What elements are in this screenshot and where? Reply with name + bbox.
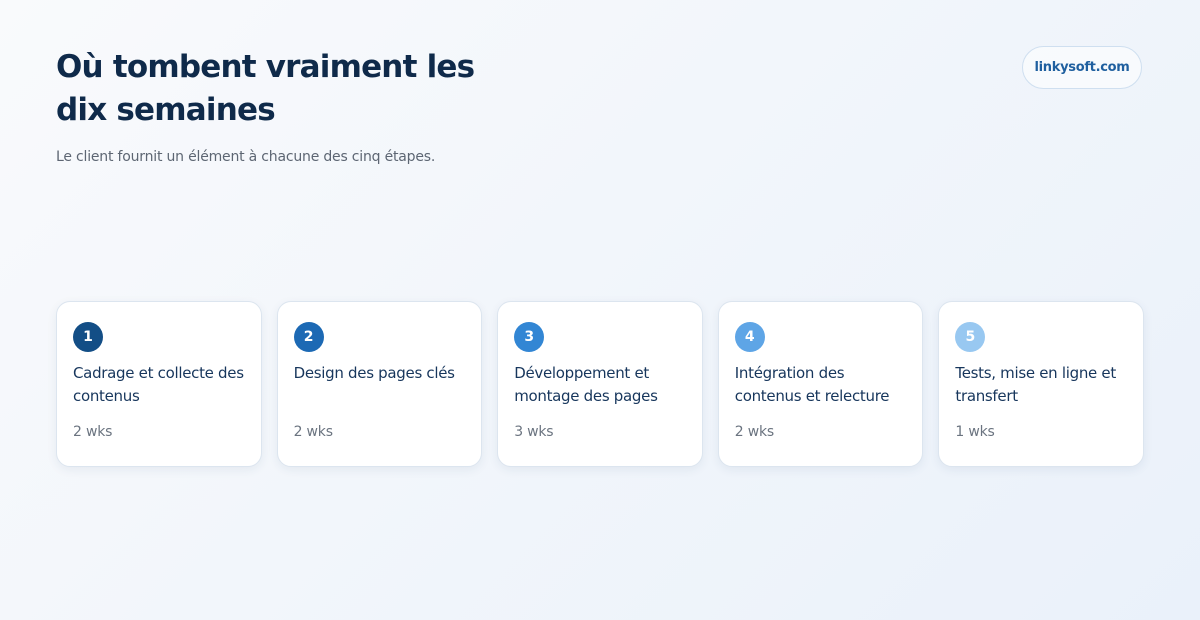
step-card-4: 4 Intégration des contenus et relecture … [717,301,924,467]
page-title: Où tombent vraiment les dix semaines [56,49,475,128]
step-duration: 1 wks [955,424,995,440]
brand-pill[interactable]: linkysoft.com [1022,46,1142,89]
step-number-badge: 1 [73,322,103,352]
step-title: Intégration des contenus et relecture [734,364,890,405]
step-duration: 2 wks [293,424,333,440]
step-title: Cadrage et collecte des contenus [73,364,244,405]
step-duration: 3 wks [514,424,554,440]
step-card-3: 3 Développement et montage des pages 3 w… [497,301,703,467]
step-duration: 2 wks [734,424,774,440]
step-card-1: 1 Cadrage et collecte des contenus 2 wks [56,301,262,467]
page-subtitle: Le client fournit un élément à chacune d… [56,149,436,165]
step-card-5: 5 Tests, mise en ligne et transfert 1 wk… [938,301,1144,467]
brand-label: linkysoft.com [1034,60,1130,75]
step-duration: 2 wks [73,424,113,440]
step-number-badge: 5 [955,322,986,352]
step-card-2: 2 Design des pages clés 2 wks [276,301,483,467]
step-title: Tests, mise en ligne et transfert [955,364,1116,405]
step-number-badge: 3 [514,322,545,352]
step-title: Développement et montage des pages [514,364,658,405]
step-number-badge: 4 [734,322,765,352]
step-number-badge: 2 [293,322,324,352]
timeline-steps: 1 Cadrage et collecte des contenus 2 wks… [56,301,1144,467]
step-title: Design des pages clés [293,364,455,382]
